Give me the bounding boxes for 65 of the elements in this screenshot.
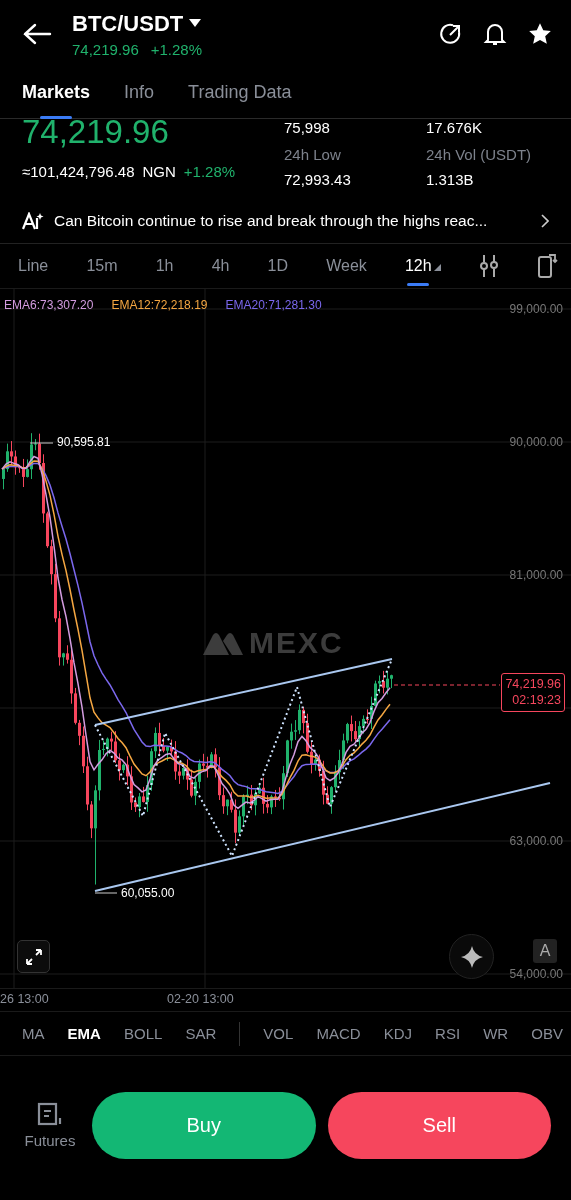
interval-tab[interactable]: 15m: [86, 244, 118, 288]
watermark-text: MEXC: [249, 626, 344, 660]
bell-icon[interactable]: [483, 21, 507, 47]
time-axis-label: 02-20 13:00: [167, 992, 234, 1006]
chevron-right-icon[interactable]: [541, 213, 549, 228]
logo-icon: [203, 631, 243, 655]
currency-label: NGN: [142, 163, 176, 180]
ai-sparkle-icon: [22, 211, 44, 230]
sell-button[interactable]: Sell: [327, 1092, 551, 1159]
header-price: 74,219.96: [72, 40, 139, 58]
indicator-tab[interactable]: SAR: [185, 1025, 217, 1042]
indicator-tab[interactable]: KDJ: [383, 1025, 412, 1042]
indicator-tab[interactable]: MACD: [316, 1025, 361, 1042]
indicator-tab[interactable]: BOLL: [123, 1025, 163, 1042]
low-price-label: 60,055.00: [121, 886, 175, 900]
last-price-tag: 74,219.96 02:19:23: [501, 673, 565, 712]
ai-question-link[interactable]: Can Bitcoin continue to rise and break through the highs reac...: [54, 211, 531, 230]
interval-tab[interactable]: 1D: [267, 244, 289, 288]
stat-label: 24h Low: [284, 146, 342, 163]
leader-line: [94, 892, 118, 894]
price-axis-label: 54,000.00: [509, 967, 563, 981]
interval-tab[interactable]: Week: [326, 244, 367, 288]
indicator-tab[interactable]: RSI: [435, 1025, 461, 1042]
settings-icon[interactable]: [478, 254, 499, 278]
ema-legend: EMA20:71,281.30: [225, 298, 322, 312]
pair-title[interactable]: BTC/USDT: [72, 10, 184, 37]
converted-price: ≈101,424,796.48: [22, 163, 135, 180]
stat-value: 72,993.43: [284, 171, 352, 188]
ema-legend: EMA6:73,307.20: [4, 298, 94, 312]
price-axis-label: 99,000.00: [509, 302, 563, 316]
expand-icon: [24, 947, 43, 966]
stat-value: 17.676K: [426, 119, 483, 136]
price-axis-label: 63,000.00: [509, 834, 563, 848]
high-price-label: 90,595.81: [57, 435, 111, 449]
price-axis-label: 90,000.00: [509, 435, 563, 449]
price-axis-label: 81,000.00: [509, 568, 563, 582]
tab[interactable]: Trading Data: [188, 78, 292, 119]
indicator-tab[interactable]: MA: [22, 1025, 45, 1042]
star-icon[interactable]: [527, 21, 553, 47]
indicator-tab[interactable]: OBV: [531, 1025, 563, 1042]
auto-scale-button[interactable]: A: [533, 939, 557, 963]
time-axis-label: 26 13:00: [0, 992, 49, 1006]
share-icon[interactable]: [439, 22, 463, 46]
sparkle-button[interactable]: [449, 934, 494, 979]
interval-tab[interactable]: 4h: [211, 244, 230, 288]
indicator-tab[interactable]: WR: [483, 1025, 509, 1042]
caret-icon[interactable]: [189, 19, 202, 28]
interval-tab[interactable]: 1h: [155, 244, 174, 288]
ema-legend: EMA12:72,218.19: [111, 298, 208, 312]
leader-line: [29, 442, 54, 444]
interval-tab[interactable]: Line: [18, 244, 49, 288]
interval-tab[interactable]: 12h: [404, 244, 441, 288]
back-button[interactable]: [22, 22, 52, 46]
indicator-tab[interactable]: EMA: [67, 1025, 101, 1042]
sparkle-icon: [460, 945, 483, 968]
price-change: +1.28%: [183, 163, 236, 180]
stat-value: 75,998: [284, 119, 331, 136]
document-icon: [37, 1102, 63, 1126]
fullscreen-button[interactable]: [17, 940, 50, 973]
indicator-tab[interactable]: VOL: [263, 1025, 294, 1042]
phone-rotate-icon[interactable]: [537, 253, 559, 279]
stat-label: 24h Vol (USDT): [426, 146, 533, 163]
header-change: +1.28%: [150, 40, 203, 58]
futures-button[interactable]: Futures: [20, 1102, 80, 1149]
stat-value: 1.313B: [426, 171, 475, 188]
